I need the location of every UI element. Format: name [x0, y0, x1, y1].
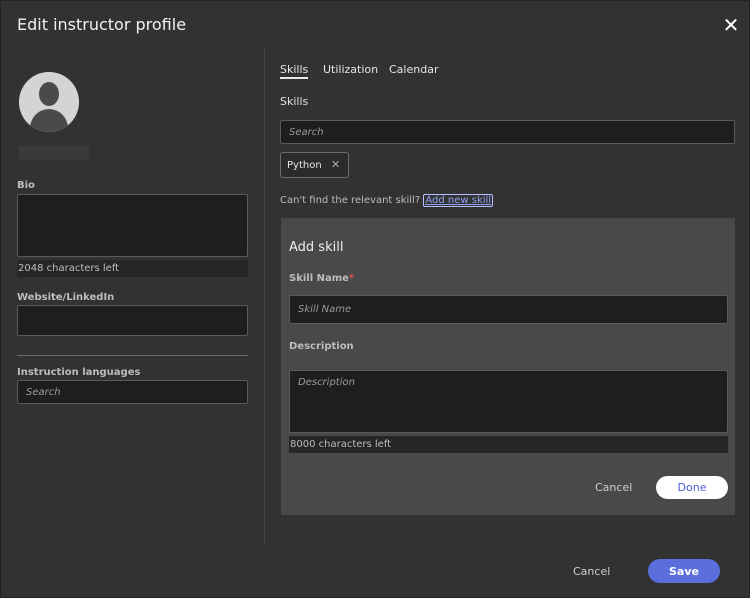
tab-utilization[interactable]: Utilization — [323, 63, 378, 76]
description-label: Description — [289, 341, 354, 352]
add-skill-hint: Can't find the relevant skill? Add new s… — [280, 194, 494, 207]
close-icon[interactable]: ✕ — [721, 15, 741, 35]
website-label: Website/LinkedIn — [17, 292, 115, 303]
bio-field[interactable] — [17, 194, 248, 257]
bio-label: Bio — [17, 180, 35, 191]
avatar-name-placeholder — [19, 146, 89, 160]
skill-chip-label: Python — [287, 159, 322, 171]
skills-search-input[interactable]: Search — [280, 120, 735, 144]
column-divider — [264, 47, 265, 543]
user-silhouette-icon — [19, 72, 79, 132]
add-skill-cancel-button[interactable]: Cancel — [595, 481, 632, 494]
add-skill-panel: Add skill Skill Name* Skill Name Descrip… — [281, 218, 735, 515]
add-skill-done-button[interactable]: Done — [656, 476, 728, 499]
save-button[interactable]: Save — [648, 559, 720, 583]
website-field[interactable] — [17, 305, 248, 336]
remove-chip-icon[interactable]: ✕ — [331, 158, 340, 171]
skill-name-input[interactable]: Skill Name — [289, 295, 728, 324]
skill-chip-python: Python ✕ — [280, 152, 349, 178]
bio-char-counter: 2048 characters left — [17, 260, 248, 277]
dialog-title: Edit instructor profile — [17, 15, 187, 34]
languages-label: Instruction languages — [17, 367, 141, 378]
description-char-counter: 8000 characters left — [289, 436, 728, 453]
edit-profile-dialog: Edit instructor profile ✕ Bio 2048 chara… — [0, 0, 750, 598]
tab-skills[interactable]: Skills — [280, 63, 309, 79]
languages-search-input[interactable]: Search — [17, 380, 248, 404]
skill-name-label: Skill Name* — [289, 273, 354, 284]
skills-section-label: Skills — [280, 95, 309, 108]
hint-text: Can't find the relevant skill? — [280, 195, 421, 206]
avatar[interactable] — [19, 72, 79, 132]
skill-name-label-text: Skill Name — [289, 273, 349, 284]
left-divider — [17, 355, 248, 356]
add-skill-title: Add skill — [289, 240, 344, 255]
add-new-skill-link[interactable]: Add new skill — [423, 194, 494, 207]
tab-calendar[interactable]: Calendar — [389, 63, 438, 76]
required-mark: * — [348, 273, 355, 284]
footer-cancel-button[interactable]: Cancel — [573, 565, 610, 578]
description-field[interactable]: Description — [289, 370, 728, 433]
